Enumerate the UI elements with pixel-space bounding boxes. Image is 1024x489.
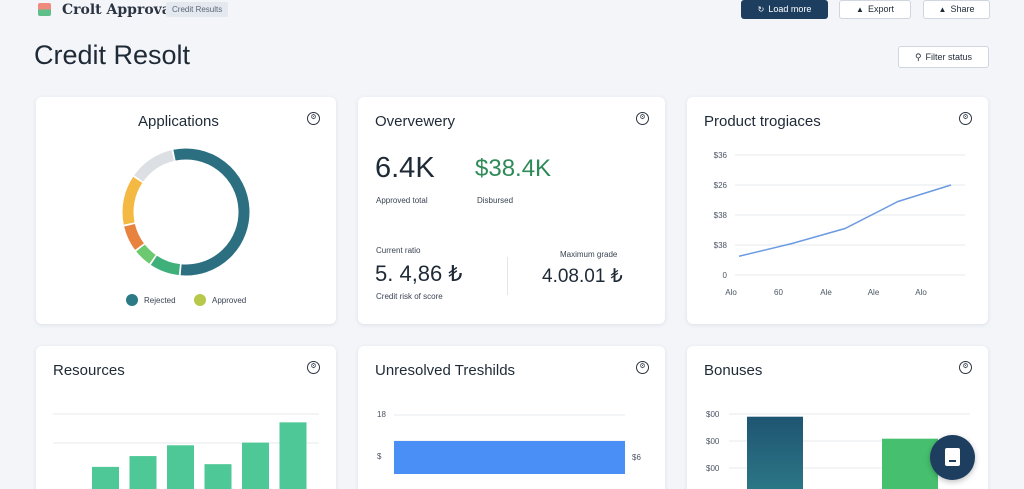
legend-item-rejected: Rejected xyxy=(126,294,176,306)
donut-segment xyxy=(134,150,175,182)
legend-swatch xyxy=(126,294,138,306)
load-more-label: Load more xyxy=(768,4,812,14)
filter-button[interactable]: ⚲ Filter status xyxy=(898,46,989,68)
y-tick-label: $38 xyxy=(714,241,728,250)
app-title: Crolt Approval xyxy=(62,2,177,18)
divider xyxy=(507,257,508,295)
product-line-chart: $36 $26 $38 $38 0 Alo 60 Ale Ale Alo xyxy=(714,151,965,297)
logo-icon xyxy=(38,3,51,16)
credit-risk-label: Credit risk of score xyxy=(376,292,443,301)
share-button[interactable]: ▲ Share xyxy=(923,0,990,19)
y-tick-label: $00 xyxy=(706,464,720,473)
donut-segment xyxy=(124,223,145,250)
legend-label: Approved xyxy=(212,295,247,305)
approved-total-value: 6.4K xyxy=(375,152,435,184)
y-tick-label: $ xyxy=(377,452,382,461)
bar xyxy=(747,416,803,489)
x-tick-label: Alo xyxy=(725,288,737,297)
bar xyxy=(129,456,157,489)
info-icon[interactable]: ⚙ xyxy=(636,112,649,125)
resources-card: Resources ⚙ xyxy=(36,346,336,489)
maximum-grade-label: Maximum grade xyxy=(560,250,618,259)
donut-segment xyxy=(150,255,181,276)
maximum-grade-value: 4.08.01 ₺ xyxy=(542,266,623,287)
legend-label: Rejected xyxy=(144,295,176,305)
page-title: Credit Resolt xyxy=(34,40,191,70)
x-tick-label: 60 xyxy=(774,288,783,297)
current-ratio-label: Current ratio xyxy=(376,246,421,255)
y-tick-label: $38 xyxy=(714,211,728,220)
export-label: Export xyxy=(867,4,894,14)
x-tick-label: Alo xyxy=(915,288,927,297)
document-icon xyxy=(945,448,960,466)
current-ratio-value: 5. 4,86 ₺ xyxy=(375,261,463,286)
floating-action-button[interactable] xyxy=(930,435,975,480)
overview-card: Overvewery ⚙ 6.4K Approved total $38.4K … xyxy=(358,97,665,324)
unresolved-card: Unresolved Treshilds ⚙ 18 $ $6 xyxy=(358,346,665,489)
disbursed-value: $38.4K xyxy=(475,155,552,182)
warning-icon: ▲ xyxy=(856,5,864,14)
series-line xyxy=(738,184,952,257)
bar xyxy=(92,466,119,489)
top-bar: Crolt Approval Credit Results ↻ Load more… xyxy=(0,0,1024,22)
x-tick-label: Ale xyxy=(868,288,880,297)
bar xyxy=(204,464,232,489)
x-tick-label: Ale xyxy=(820,288,832,297)
y-tick-label: $00 xyxy=(706,410,720,419)
donut-segment xyxy=(136,244,156,264)
filter-icon: ⚲ xyxy=(914,52,922,62)
value-label: $6 xyxy=(632,453,641,462)
breadcrumb[interactable]: Credit Results xyxy=(166,2,229,17)
share-label: Share xyxy=(950,4,975,14)
warning-icon: ▲ xyxy=(938,5,947,14)
bar xyxy=(242,442,269,489)
y-tick-label: 18 xyxy=(377,410,386,419)
donut-segment xyxy=(173,148,250,276)
bar xyxy=(882,438,938,489)
unresolved-bar-chart: 18 $ $6 xyxy=(377,410,641,474)
load-more-button[interactable]: ↻ Load more xyxy=(741,0,828,19)
bar xyxy=(279,422,307,489)
export-button[interactable]: ▲ Export xyxy=(839,0,911,19)
applications-card: Applications ⚙ Rejected Approved xyxy=(36,97,336,324)
donut-segment xyxy=(122,176,143,225)
refresh-icon: ↻ xyxy=(757,5,765,14)
card-title: Overvewery xyxy=(375,113,456,130)
bar xyxy=(394,441,625,474)
bar xyxy=(167,445,194,489)
disbursed-label: Disbursed xyxy=(477,196,514,205)
applications-donut xyxy=(122,148,250,276)
filter-label: Filter status xyxy=(925,52,973,62)
y-tick-label: 0 xyxy=(723,271,728,280)
y-tick-label: $26 xyxy=(714,181,728,190)
legend-item-approved: Approved xyxy=(194,294,246,306)
approved-total-label: Approved total xyxy=(376,196,428,205)
resources-bar-chart xyxy=(53,413,319,489)
y-tick-label: $00 xyxy=(706,437,720,446)
y-tick-label: $36 xyxy=(714,151,728,160)
product-card: Product trogiaces ⚙ $36 $26 $38 $38 0 Alo 60 Al… xyxy=(687,97,988,324)
legend-swatch xyxy=(194,294,206,306)
